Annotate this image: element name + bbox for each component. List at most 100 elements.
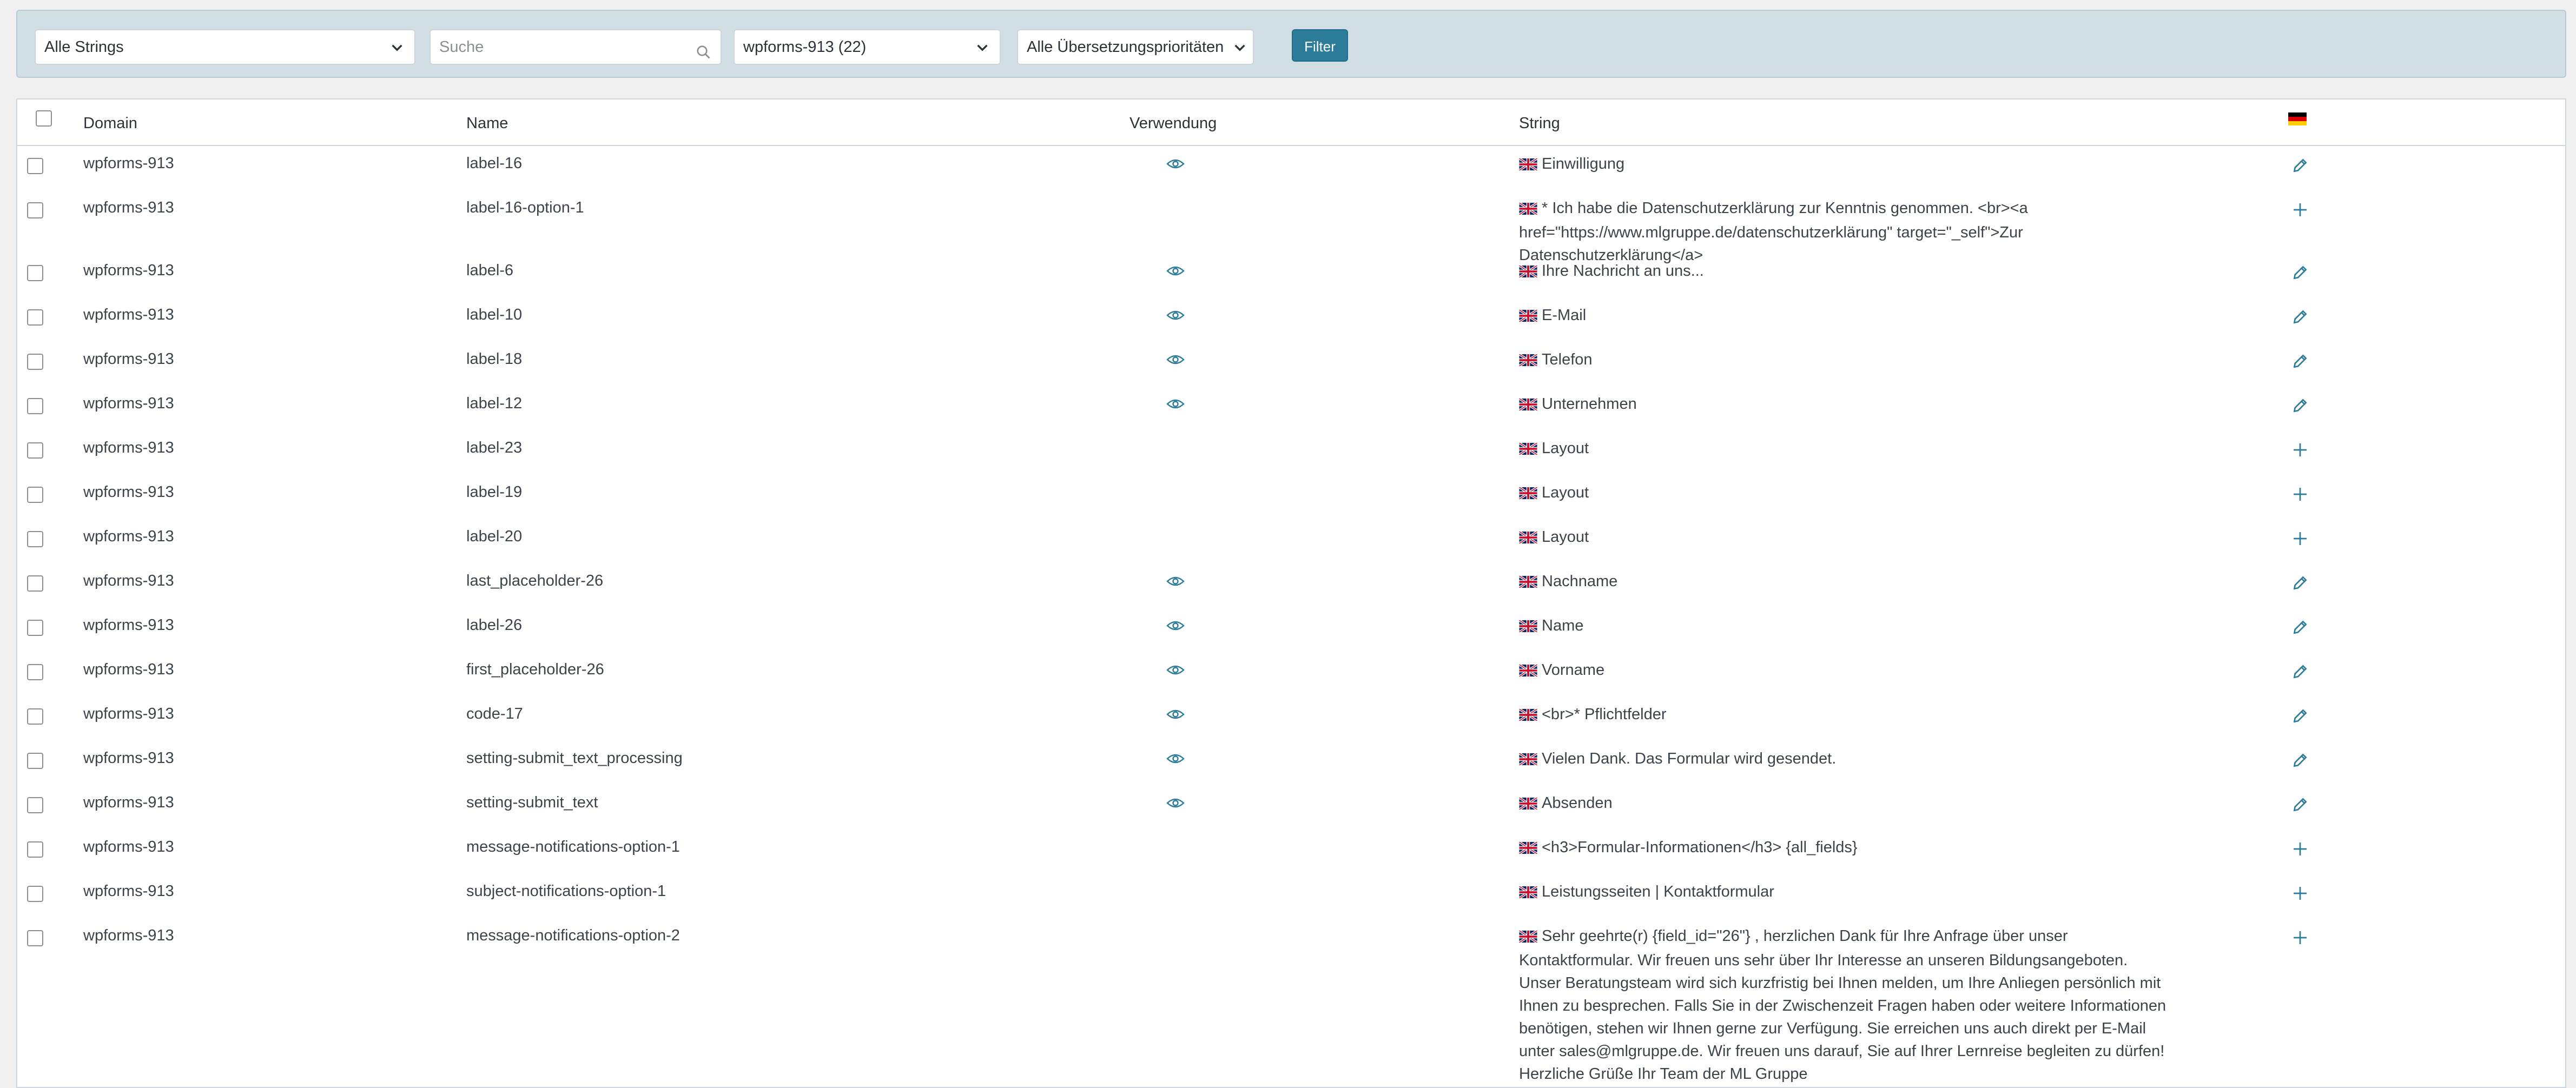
search-input[interactable]: Suche bbox=[430, 29, 722, 65]
edit-translation-icon[interactable] bbox=[2291, 796, 2309, 818]
add-translation-icon[interactable] bbox=[2291, 840, 2309, 862]
eye-icon[interactable] bbox=[1166, 619, 1185, 636]
priority-select[interactable]: Alle Übersetzungsprioritäten bbox=[1017, 29, 1254, 65]
eye-icon[interactable] bbox=[1166, 663, 1185, 681]
edit-translation-icon[interactable] bbox=[2291, 707, 2309, 729]
add-translation-icon[interactable] bbox=[2291, 929, 2309, 951]
row-checkbox[interactable] bbox=[27, 930, 43, 946]
row-string-text: <br>* Pflichtfelder bbox=[1542, 706, 1667, 723]
row-name: first_placeholder-26 bbox=[466, 661, 604, 678]
row-string: Absenden bbox=[1518, 792, 2168, 816]
edit-translation-icon[interactable] bbox=[2291, 619, 2309, 640]
row-domain: wpforms-913 bbox=[83, 794, 174, 811]
row-checkbox[interactable] bbox=[27, 265, 43, 281]
row-name: label-16-option-1 bbox=[466, 199, 584, 216]
row-checkbox[interactable] bbox=[27, 487, 43, 503]
row-domain: wpforms-913 bbox=[83, 528, 174, 545]
uk-flag-icon bbox=[1518, 882, 1538, 905]
row-name: label-18 bbox=[466, 350, 523, 368]
column-header-string[interactable]: String bbox=[1519, 115, 1560, 132]
row-string-text: Ihre Nachricht an uns... bbox=[1542, 262, 1704, 280]
eye-icon[interactable] bbox=[1166, 353, 1185, 370]
row-name: label-6 bbox=[466, 262, 514, 279]
row-string-text: * Ich habe die Datenschutzerklärung zur … bbox=[1519, 200, 2028, 264]
add-translation-icon[interactable] bbox=[2291, 441, 2309, 463]
eye-icon[interactable] bbox=[1166, 707, 1185, 725]
filter-bar: Alle Strings Suche wpforms-913 (22) Alle… bbox=[16, 10, 2566, 78]
chevron-down-icon bbox=[973, 30, 992, 64]
add-translation-icon[interactable] bbox=[2291, 201, 2309, 223]
eye-icon[interactable] bbox=[1166, 752, 1185, 769]
column-header-usage: Verwendung bbox=[1130, 115, 1217, 132]
row-string-text: Sehr geehrte(r) {field_id="26"} , herzli… bbox=[1519, 927, 2167, 1083]
row-checkbox[interactable] bbox=[27, 841, 43, 858]
row-checkbox[interactable] bbox=[27, 398, 43, 414]
eye-icon[interactable] bbox=[1166, 157, 1185, 175]
column-header-domain[interactable]: Domain bbox=[83, 115, 137, 132]
column-header-name[interactable]: Name bbox=[466, 115, 508, 132]
edit-translation-icon[interactable] bbox=[2291, 157, 2309, 178]
eye-icon[interactable] bbox=[1166, 264, 1185, 282]
row-checkbox[interactable] bbox=[27, 158, 43, 174]
edit-translation-icon[interactable] bbox=[2291, 752, 2309, 773]
row-domain: wpforms-913 bbox=[83, 927, 174, 944]
row-checkbox[interactable] bbox=[27, 886, 43, 902]
eye-icon[interactable] bbox=[1166, 308, 1185, 326]
row-checkbox[interactable] bbox=[27, 664, 43, 680]
row-checkbox[interactable] bbox=[27, 797, 43, 813]
uk-flag-icon bbox=[1518, 350, 1538, 373]
uk-flag-icon bbox=[1518, 660, 1538, 683]
row-checkbox[interactable] bbox=[27, 753, 43, 769]
add-translation-icon[interactable] bbox=[2291, 530, 2309, 552]
row-domain: wpforms-913 bbox=[83, 262, 174, 279]
row-checkbox[interactable] bbox=[27, 202, 43, 218]
eye-icon[interactable] bbox=[1166, 796, 1185, 814]
row-checkbox[interactable] bbox=[27, 575, 43, 592]
add-translation-icon[interactable] bbox=[2291, 885, 2309, 906]
row-string: Telefon bbox=[1518, 348, 2168, 373]
row-name: label-20 bbox=[466, 528, 523, 545]
row-checkbox[interactable] bbox=[27, 620, 43, 636]
edit-translation-icon[interactable] bbox=[2291, 397, 2309, 419]
row-string: Unternehmen bbox=[1518, 393, 2168, 417]
uk-flag-icon bbox=[1518, 306, 1538, 328]
edit-translation-icon[interactable] bbox=[2291, 308, 2309, 330]
row-string: Layout bbox=[1518, 526, 2168, 550]
row-domain: wpforms-913 bbox=[83, 661, 174, 678]
add-translation-icon[interactable] bbox=[2291, 486, 2309, 507]
uk-flag-icon bbox=[1518, 261, 1538, 284]
domain-select[interactable]: wpforms-913 (22) bbox=[734, 29, 1001, 65]
strings-select[interactable]: Alle Strings bbox=[35, 29, 415, 65]
row-string: * Ich habe die Datenschutzerklärung zur … bbox=[1518, 197, 2168, 267]
select-all-checkbox[interactable] bbox=[36, 110, 52, 127]
search-placeholder: Suche bbox=[439, 38, 484, 56]
row-checkbox[interactable] bbox=[27, 442, 43, 459]
edit-translation-icon[interactable] bbox=[2291, 353, 2309, 374]
edit-translation-icon[interactable] bbox=[2291, 574, 2309, 596]
filter-button[interactable]: Filter bbox=[1292, 29, 1348, 62]
row-checkbox[interactable] bbox=[27, 708, 43, 725]
german-flag-icon bbox=[2288, 112, 2307, 125]
row-name: label-23 bbox=[466, 439, 523, 456]
eye-icon[interactable] bbox=[1166, 397, 1185, 415]
edit-translation-icon[interactable] bbox=[2291, 264, 2309, 286]
uk-flag-icon bbox=[1518, 572, 1538, 594]
string-translation-page: Alle Strings Suche wpforms-913 (22) Alle… bbox=[0, 0, 2576, 1088]
row-checkbox[interactable] bbox=[27, 309, 43, 326]
row-string-text: Name bbox=[1542, 617, 1584, 634]
row-string: Nachname bbox=[1518, 570, 2168, 594]
strings-select-value: Alle Strings bbox=[44, 38, 124, 56]
row-string-text: Layout bbox=[1542, 440, 1589, 457]
domain-select-value: wpforms-913 (22) bbox=[743, 38, 867, 56]
row-string-text: Einwilligung bbox=[1542, 155, 1625, 173]
row-string-text: Layout bbox=[1542, 528, 1589, 546]
row-checkbox[interactable] bbox=[27, 354, 43, 370]
row-checkbox[interactable] bbox=[27, 531, 43, 547]
edit-translation-icon[interactable] bbox=[2291, 663, 2309, 685]
row-string-text: Vorname bbox=[1542, 661, 1605, 679]
row-string: Einwilligung bbox=[1518, 152, 2168, 177]
row-string: Vorname bbox=[1518, 659, 2168, 683]
row-name: label-10 bbox=[466, 306, 523, 323]
eye-icon[interactable] bbox=[1166, 574, 1185, 592]
uk-flag-icon bbox=[1518, 616, 1538, 639]
